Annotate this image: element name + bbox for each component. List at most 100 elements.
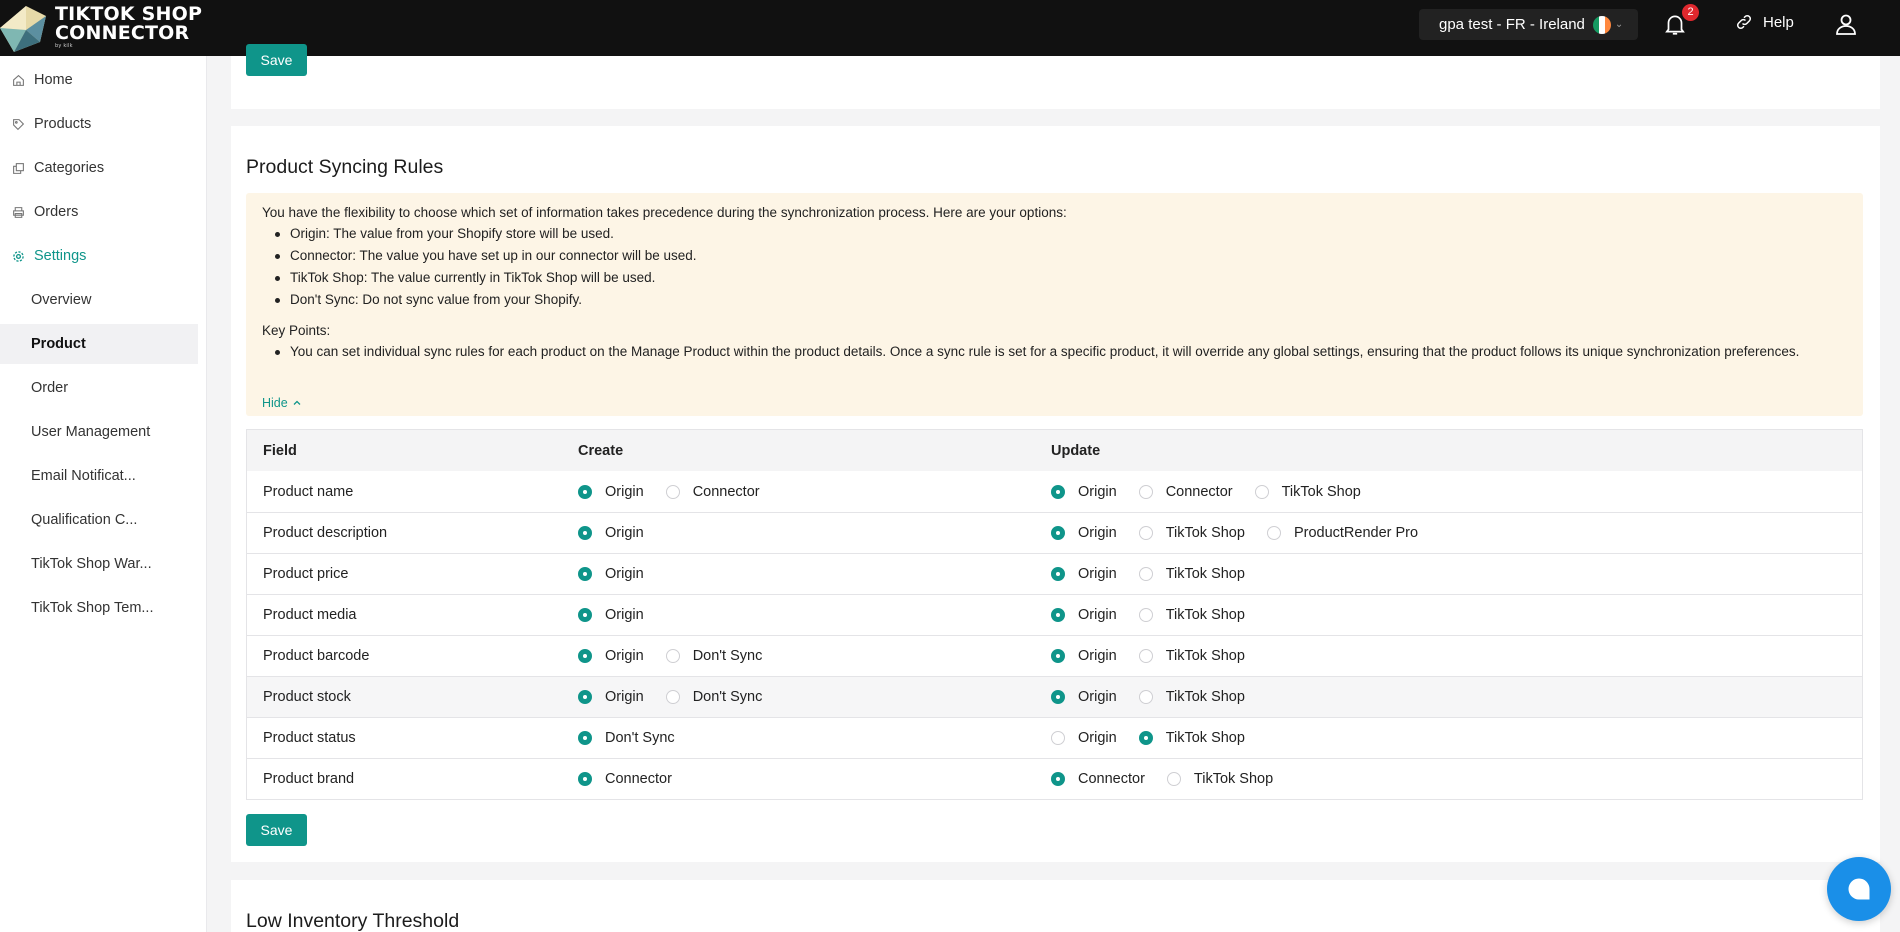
radio-option[interactable]: Origin — [1051, 607, 1117, 623]
sidebar-subitem-qualification[interactable]: Qualification C... — [0, 500, 198, 540]
field-name: Product status — [263, 730, 356, 746]
radio-selected-icon[interactable] — [578, 484, 592, 499]
radio-unselected-icon[interactable] — [1166, 772, 1181, 786]
sidebar-subitem-tiktok-warehouse[interactable]: TikTok Shop War... — [0, 544, 198, 584]
table-row: Product description Origin Origin TikTok Sh… — [247, 512, 1862, 553]
radio-selected-icon[interactable] — [578, 567, 592, 581]
radio-option[interactable]: Don't Sync — [665, 689, 762, 705]
radio-unselected-icon[interactable] — [1138, 567, 1153, 581]
radio-option[interactable]: Connector — [578, 771, 672, 787]
radio-unselected-icon[interactable] — [1138, 526, 1153, 540]
radio-option[interactable]: Origin — [578, 566, 644, 582]
store-selector[interactable]: gpa test - FR - Ireland ⌄ — [1419, 9, 1638, 40]
radio-option[interactable]: TikTok Shop — [1254, 483, 1361, 500]
radio-option[interactable]: Origin — [1051, 566, 1117, 582]
radio-selected-icon[interactable] — [1051, 690, 1065, 704]
sidebar-item-products[interactable]: Products — [0, 104, 198, 144]
sidebar-item-settings[interactable]: Settings — [0, 236, 198, 276]
radio-option[interactable]: Connector — [1051, 771, 1145, 787]
radio-label: Connector — [1165, 483, 1233, 500]
radio-selected-icon[interactable] — [578, 526, 592, 540]
user-icon[interactable] — [1834, 12, 1858, 36]
sidebar-subitem-order[interactable]: Order — [0, 368, 198, 408]
radio-option[interactable]: TikTok Shop — [1138, 648, 1245, 664]
sidebar-subitem-tiktok-template[interactable]: TikTok Shop Tem... — [0, 588, 198, 628]
radio-option[interactable]: Origin — [578, 689, 644, 705]
help-label: Help — [1763, 13, 1794, 31]
radio-unselected-icon[interactable] — [665, 649, 680, 663]
radio-label: TikTok Shop — [1281, 483, 1361, 500]
table-row: Product status Don't Sync Origin TikTok Sho… — [247, 717, 1862, 758]
radio-selected-icon[interactable] — [1051, 567, 1065, 581]
radio-option[interactable]: Origin — [578, 525, 644, 541]
radio-unselected-icon[interactable] — [665, 484, 680, 499]
radio-option[interactable]: Don't Sync — [578, 730, 675, 746]
radio-option[interactable]: TikTok Shop — [1166, 771, 1273, 787]
radio-unselected-icon[interactable] — [665, 690, 680, 704]
radio-selected-icon[interactable] — [578, 690, 592, 704]
sidebar-subitem-email-notifications[interactable]: Email Notificat... — [0, 456, 198, 496]
radio-selected-icon[interactable] — [1051, 608, 1065, 622]
save-button-previous[interactable]: Save — [246, 44, 307, 76]
radio-option[interactable]: Origin — [1051, 648, 1117, 664]
radio-option[interactable]: TikTok Shop — [1138, 689, 1245, 705]
radio-option[interactable]: Connector — [1138, 483, 1233, 500]
radio-label: Origin — [1078, 689, 1117, 705]
radio-option[interactable]: TikTok Shop — [1138, 607, 1245, 623]
sidebar-item-categories[interactable]: Categories — [0, 148, 198, 188]
radio-selected-icon[interactable] — [1051, 526, 1065, 540]
radio-option[interactable]: Origin — [1051, 730, 1117, 746]
radio-unselected-icon[interactable] — [1254, 484, 1269, 499]
radio-unselected-icon[interactable] — [1266, 526, 1281, 540]
option-item: Don't Sync: Do not sync value from your … — [275, 289, 697, 311]
radio-option[interactable]: Origin — [1051, 525, 1117, 541]
radio-option[interactable]: Origin — [578, 484, 644, 500]
app-logo[interactable]: TIKTOK SHOP CONNECTOR by kilk — [0, 0, 202, 56]
radio-option[interactable]: Origin — [578, 648, 644, 664]
radio-unselected-icon[interactable] — [1051, 731, 1065, 745]
field-name: Product barcode — [263, 648, 370, 664]
help-link[interactable]: Help — [1735, 13, 1794, 31]
sidebar-subitem-user-management[interactable]: User Management — [0, 412, 198, 452]
radio-option[interactable]: Origin — [1051, 484, 1117, 500]
option-item: Connector: The value you have set up in … — [275, 245, 697, 267]
radio-unselected-icon[interactable] — [1138, 484, 1153, 499]
radio-option[interactable]: Origin — [1051, 689, 1117, 705]
chat-button[interactable] — [1827, 857, 1891, 921]
tag-icon — [11, 117, 25, 131]
key-point-item: You can set individual sync rules for ea… — [275, 341, 1840, 363]
radio-selected-icon[interactable] — [578, 731, 592, 745]
radio-option[interactable]: ProductRender Pro — [1266, 525, 1418, 541]
chevron-down-icon: ⌄ — [1614, 19, 1624, 30]
radio-option[interactable]: Don't Sync — [665, 648, 762, 664]
radio-option[interactable]: TikTok Shop — [1138, 730, 1245, 746]
sidebar-item-orders[interactable]: Orders — [0, 192, 198, 232]
radio-unselected-icon[interactable] — [1138, 690, 1153, 704]
field-name: Product name — [263, 483, 354, 500]
radio-selected-icon[interactable] — [578, 649, 592, 663]
radio-label: Connector — [692, 483, 760, 500]
radio-option[interactable]: Connector — [665, 483, 760, 500]
radio-selected-icon[interactable] — [1138, 731, 1153, 745]
radio-unselected-icon[interactable] — [1138, 649, 1153, 663]
radio-selected-icon[interactable] — [1051, 484, 1065, 499]
radio-selected-icon[interactable] — [578, 608, 592, 622]
radio-selected-icon[interactable] — [578, 772, 592, 786]
radio-option[interactable]: TikTok Shop — [1138, 566, 1245, 582]
sync-rules-table: Field Create Update Product name Origin Co… — [246, 429, 1863, 800]
radio-label: TikTok Shop — [1165, 525, 1245, 541]
low-inventory-title: Low Inventory Threshold — [246, 910, 460, 932]
table-row: Product name Origin Connector Origin Connect… — [247, 471, 1862, 512]
radio-label: Origin — [605, 689, 644, 705]
radio-selected-icon[interactable] — [1051, 649, 1065, 663]
radio-selected-icon[interactable] — [1051, 772, 1065, 786]
hide-link[interactable]: Hide — [262, 396, 303, 410]
sidebar-subitem-overview[interactable]: Overview — [0, 280, 198, 320]
radio-option[interactable]: Origin — [578, 607, 644, 623]
sidebar-item-home[interactable]: Home — [0, 60, 198, 100]
sidebar-subitem-product[interactable]: Product — [0, 324, 198, 364]
radio-unselected-icon[interactable] — [1138, 608, 1153, 622]
save-button[interactable]: Save — [246, 814, 307, 846]
field-name: Product brand — [263, 771, 355, 787]
radio-option[interactable]: TikTok Shop — [1138, 525, 1245, 541]
